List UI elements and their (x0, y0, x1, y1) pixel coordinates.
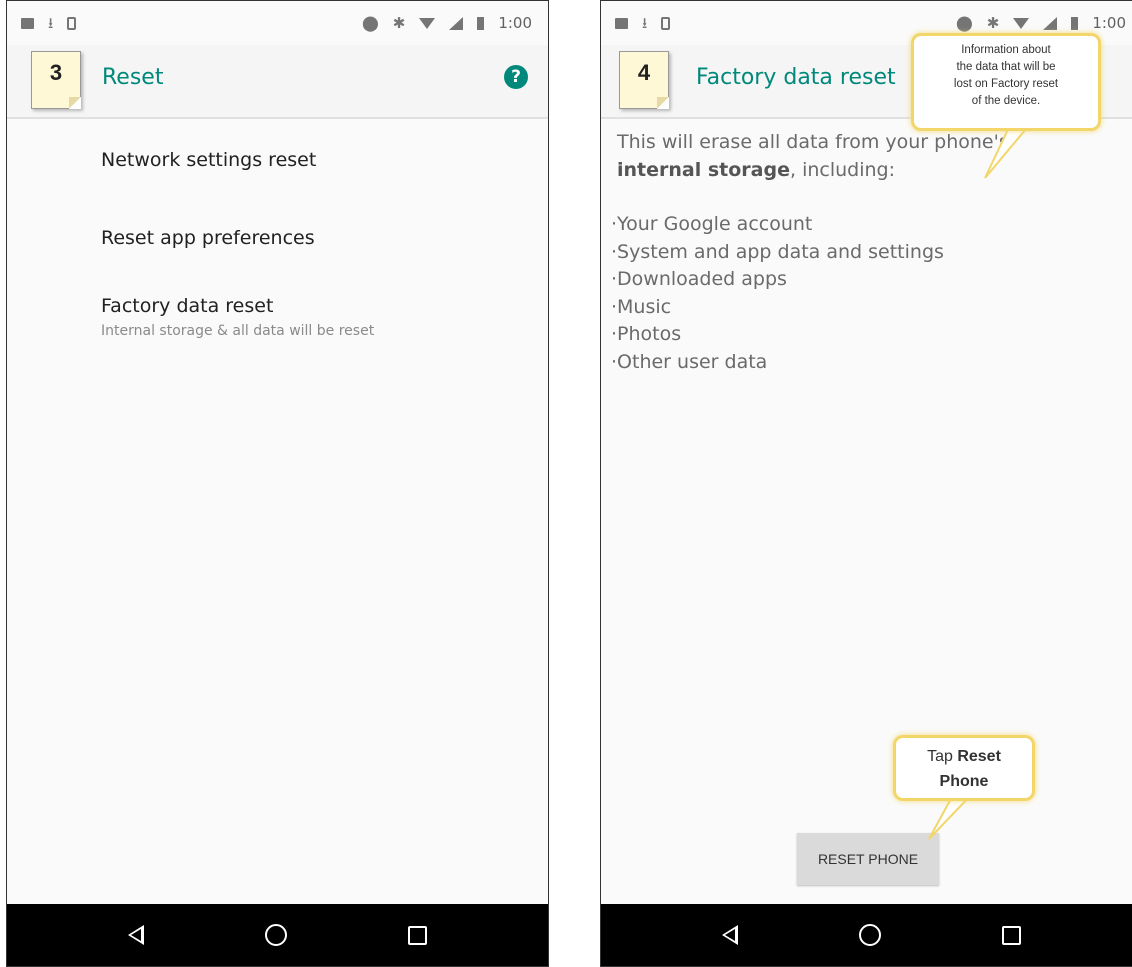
wifi-icon (1013, 17, 1030, 29)
menu-item-reset-app-preferences[interactable]: Reset app preferences (101, 227, 315, 249)
callout-line: lost on Factory reset (953, 78, 1059, 90)
list-item: ·Your Google account (611, 213, 813, 235)
recents-icon[interactable] (1002, 925, 1022, 945)
back-icon[interactable] (721, 925, 738, 945)
callout-line: Information about (961, 44, 1051, 56)
step-number-note: 4 (619, 51, 669, 109)
home-icon[interactable] (858, 924, 881, 946)
back-icon[interactable] (127, 925, 144, 945)
step-number-note: 3 (31, 51, 81, 109)
info-callout: Information about the data that will be … (911, 33, 1101, 131)
menu-item-subtitle: Internal storage & all data will be rese… (101, 323, 375, 339)
callout-prefix: Tap (927, 748, 958, 765)
status-time: 1:00 (1092, 14, 1126, 32)
image-notification-icon (615, 17, 628, 29)
menu-item-title: Reset app preferences (101, 227, 315, 249)
callout-line: of the device. (971, 95, 1041, 107)
menu-item-title: Factory data reset (101, 295, 274, 317)
battery-icon (1071, 16, 1079, 30)
list-item: ·Downloaded apps (611, 268, 787, 290)
image-notification-icon (21, 17, 34, 29)
callout-pointer (928, 795, 973, 840)
phone-icon (67, 16, 77, 30)
help-icon[interactable]: ? (504, 65, 528, 89)
phone-icon (661, 16, 671, 30)
location-icon: ⬤ (955, 13, 973, 32)
list-item: ·Music (611, 295, 672, 318)
list-item: ·Photos (611, 323, 682, 345)
bluetooth-icon: ✱ (392, 13, 406, 32)
location-icon: ⬤ (361, 13, 379, 32)
menu-item-network-settings-reset[interactable]: Network settings reset (101, 149, 316, 171)
callout-pointer (984, 123, 1033, 179)
erase-warning-text: This will erase all data from your phone… (617, 129, 1009, 184)
callout-bold: Phone (939, 773, 989, 790)
menu-item-factory-data-reset[interactable]: Factory data reset Internal storage & al… (101, 295, 374, 339)
list-item: ·Other user data (611, 350, 768, 373)
recents-icon[interactable] (408, 925, 428, 945)
callout-bold: Reset (957, 748, 1001, 765)
erase-warning-intro: This will erase all data from your phone… (617, 131, 1009, 153)
bluetooth-icon: ✱ (986, 13, 1000, 32)
callout-line: the data that will be (956, 61, 1056, 73)
phone-screen-reset: ⭳ ⬤ ✱ 1:00 3 Reset ? Network settings re… (6, 0, 549, 967)
erase-warning-bold: internal storage (617, 158, 790, 181)
battery-icon (477, 16, 485, 30)
page-title: Reset (102, 65, 164, 90)
status-bar: ⭳ ⬤ ✱ 1:00 (7, 1, 548, 45)
app-bar: 3 Reset ? (7, 45, 548, 119)
phone-screen-factory-data-reset: ⭳ ⬤ ✱ 1:00 4 Factory data reset This wil… (600, 0, 1132, 967)
download-icon: ⭳ (642, 13, 648, 32)
navigation-bar (601, 904, 1132, 966)
download-icon: ⭳ (48, 13, 54, 32)
data-list: ·Your Google account ·System and app dat… (611, 211, 944, 376)
status-time: 1:00 (498, 14, 532, 32)
wifi-icon (419, 17, 436, 29)
signal-icon (1043, 16, 1058, 30)
tap-callout: Tap Reset Phone (893, 735, 1035, 801)
reset-phone-button[interactable]: RESET PHONE (797, 833, 939, 885)
page-title: Factory data reset (696, 65, 896, 90)
menu-item-title: Network settings reset (101, 149, 317, 171)
home-icon[interactable] (264, 924, 287, 946)
list-item: ·System and app data and settings (611, 240, 944, 263)
signal-icon (449, 16, 464, 30)
navigation-bar (7, 904, 548, 966)
erase-warning-tail: , including: (789, 158, 895, 181)
